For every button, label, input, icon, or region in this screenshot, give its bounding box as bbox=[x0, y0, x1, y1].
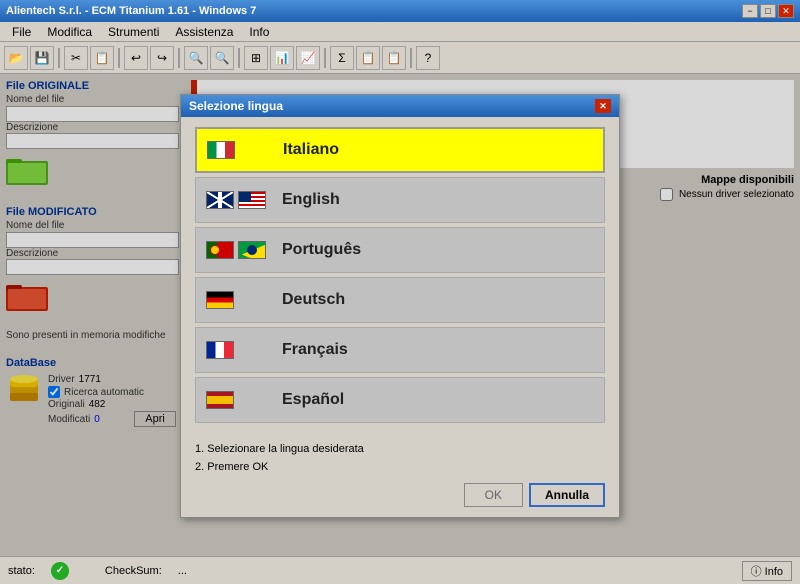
ok-button[interactable]: OK bbox=[464, 483, 523, 507]
lang-name-francais: Français bbox=[282, 341, 594, 359]
tool-btn-11[interactable]: 📈 bbox=[296, 46, 320, 70]
menu-assistenza[interactable]: Assistenza bbox=[167, 23, 241, 41]
menu-bar: File Modifica Strumenti Assistenza Info bbox=[0, 22, 800, 42]
lang-item-portugues[interactable]: Português bbox=[195, 227, 605, 273]
menu-modifica[interactable]: Modifica bbox=[39, 23, 100, 41]
tool-btn-7[interactable]: 🔍 bbox=[184, 46, 208, 70]
instruction-2: 2. Premere OK bbox=[195, 461, 605, 473]
lang-item-francais[interactable]: Français bbox=[195, 327, 605, 373]
tool-btn-6[interactable]: ↪ bbox=[150, 46, 174, 70]
tool-btn-5[interactable]: ↩ bbox=[124, 46, 148, 70]
language-dialog: Selezione lingua ✕ Italiano bbox=[180, 94, 620, 518]
lang-item-english[interactable]: English bbox=[195, 177, 605, 223]
dialog-footer: 1. Selezionare la lingua desiderata 2. P… bbox=[181, 437, 619, 517]
dialog-title-text: Selezione lingua bbox=[189, 99, 283, 113]
title-bar: Alientech S.r.l. - ECM Titanium 1.61 - W… bbox=[0, 0, 800, 22]
toolbar-separator-1 bbox=[58, 48, 60, 68]
lang-flags-deutsch bbox=[206, 291, 270, 309]
tool-btn-1[interactable]: 📂 bbox=[4, 46, 28, 70]
close-button[interactable]: ✕ bbox=[778, 4, 794, 18]
toolbar-separator-3 bbox=[178, 48, 180, 68]
flag-es bbox=[206, 391, 234, 409]
checksum-value: ... bbox=[178, 565, 187, 577]
flag-de bbox=[206, 291, 234, 309]
lang-name-italiano: Italiano bbox=[283, 141, 593, 159]
checksum-label: CheckSum: bbox=[105, 565, 162, 577]
dialog-title-bar: Selezione lingua ✕ bbox=[181, 95, 619, 117]
instruction-1: 1. Selezionare la lingua desiderata bbox=[195, 443, 605, 455]
menu-info[interactable]: Info bbox=[241, 23, 277, 41]
status-bar: stato: ✓ CheckSum: ... ⓘ Info bbox=[0, 556, 800, 584]
dialog-close-button[interactable]: ✕ bbox=[595, 99, 611, 113]
toolbar-separator-5 bbox=[324, 48, 326, 68]
status-check-icon: ✓ bbox=[51, 562, 69, 580]
info-button[interactable]: ⓘ Info bbox=[742, 561, 792, 581]
lang-flags-francais bbox=[206, 341, 270, 359]
tool-btn-13[interactable]: 📋 bbox=[356, 46, 380, 70]
lang-flags-espanol bbox=[206, 391, 270, 409]
window-controls: − □ ✕ bbox=[742, 4, 794, 18]
tool-btn-3[interactable]: ✂ bbox=[64, 46, 88, 70]
annulla-button[interactable]: Annulla bbox=[529, 483, 605, 507]
lang-item-espanol[interactable]: Español bbox=[195, 377, 605, 423]
lang-name-portugues: Português bbox=[282, 241, 594, 259]
flag-pt bbox=[206, 241, 234, 259]
flag-fr bbox=[206, 341, 234, 359]
tool-btn-help[interactable]: ? bbox=[416, 46, 440, 70]
window-title: Alientech S.r.l. - ECM Titanium 1.61 - W… bbox=[6, 5, 256, 17]
lang-name-deutsch: Deutsch bbox=[282, 291, 594, 309]
tool-btn-9[interactable]: ⊞ bbox=[244, 46, 268, 70]
flag-it bbox=[207, 141, 235, 159]
menu-file[interactable]: File bbox=[4, 23, 39, 41]
tool-btn-8[interactable]: 🔍 bbox=[210, 46, 234, 70]
menu-strumenti[interactable]: Strumenti bbox=[100, 23, 167, 41]
lang-flags-english bbox=[206, 191, 270, 209]
language-list: Italiano English Português bbox=[181, 117, 619, 437]
lang-item-deutsch[interactable]: Deutsch bbox=[195, 277, 605, 323]
tool-btn-4[interactable]: 📋 bbox=[90, 46, 114, 70]
lang-flags-italiano bbox=[207, 141, 271, 159]
flag-br bbox=[238, 241, 266, 259]
lang-item-italiano[interactable]: Italiano bbox=[195, 127, 605, 173]
tool-btn-14[interactable]: 📋 bbox=[382, 46, 406, 70]
toolbar-separator-2 bbox=[118, 48, 120, 68]
tool-btn-2[interactable]: 💾 bbox=[30, 46, 54, 70]
lang-name-espanol: Español bbox=[282, 391, 594, 409]
maximize-button[interactable]: □ bbox=[760, 4, 776, 18]
tool-btn-10[interactable]: 📊 bbox=[270, 46, 294, 70]
lang-flags-portugues bbox=[206, 241, 270, 259]
lang-name-english: English bbox=[282, 191, 594, 209]
toolbar: 📂 💾 ✂ 📋 ↩ ↪ 🔍 🔍 ⊞ 📊 📈 Σ 📋 📋 ? bbox=[0, 42, 800, 74]
minimize-button[interactable]: − bbox=[742, 4, 758, 18]
stato-label: stato: bbox=[8, 565, 35, 577]
modal-overlay: Selezione lingua ✕ Italiano bbox=[0, 74, 800, 556]
dialog-buttons: OK Annulla bbox=[195, 483, 605, 507]
flag-gb bbox=[206, 191, 234, 209]
tool-btn-12[interactable]: Σ bbox=[330, 46, 354, 70]
toolbar-separator-4 bbox=[238, 48, 240, 68]
toolbar-separator-6 bbox=[410, 48, 412, 68]
main-content-area: File ORIGINALE Nome del file Descrizione… bbox=[0, 74, 800, 556]
flag-us bbox=[238, 191, 266, 209]
